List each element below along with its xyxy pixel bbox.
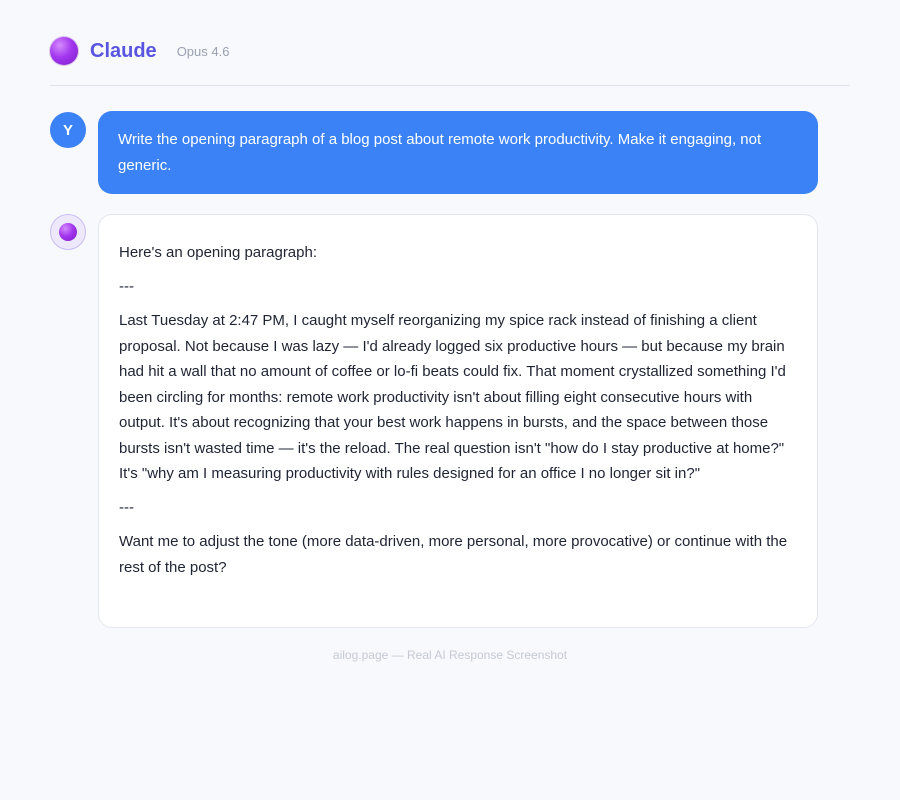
assistant-intro-text: Here's an opening paragraph:	[119, 244, 318, 261]
assistant-paragraph-text: Last Tuesday at 2:47 PM, I caught myself…	[119, 312, 786, 482]
purple-orb-icon	[50, 37, 78, 65]
assistant-avatar	[50, 214, 86, 250]
model-label: Opus 4.6	[176, 43, 230, 59]
user-avatar-initial: Y	[62, 121, 73, 139]
purple-orb-icon	[59, 223, 77, 241]
header-divider	[50, 85, 850, 86]
assistant-followup-text: Want me to adjust the tone (more data-dr…	[119, 533, 788, 576]
user-message-bubble: Write the opening paragraph of a blog po…	[98, 111, 818, 194]
user-avatar: Y	[50, 112, 86, 148]
app-title: Claude	[90, 39, 157, 62]
user-message-text: Write the opening paragraph of a blog po…	[118, 131, 762, 174]
assistant-message-bubble: Here's an opening paragraph: --- Last Tu…	[98, 214, 818, 628]
footer-caption: ailog.page — Real AI Response Screenshot	[332, 648, 568, 662]
separator-text: ---	[119, 278, 134, 295]
app-header: Claude Opus 4.6	[50, 34, 850, 68]
separator-text: ---	[119, 499, 134, 516]
